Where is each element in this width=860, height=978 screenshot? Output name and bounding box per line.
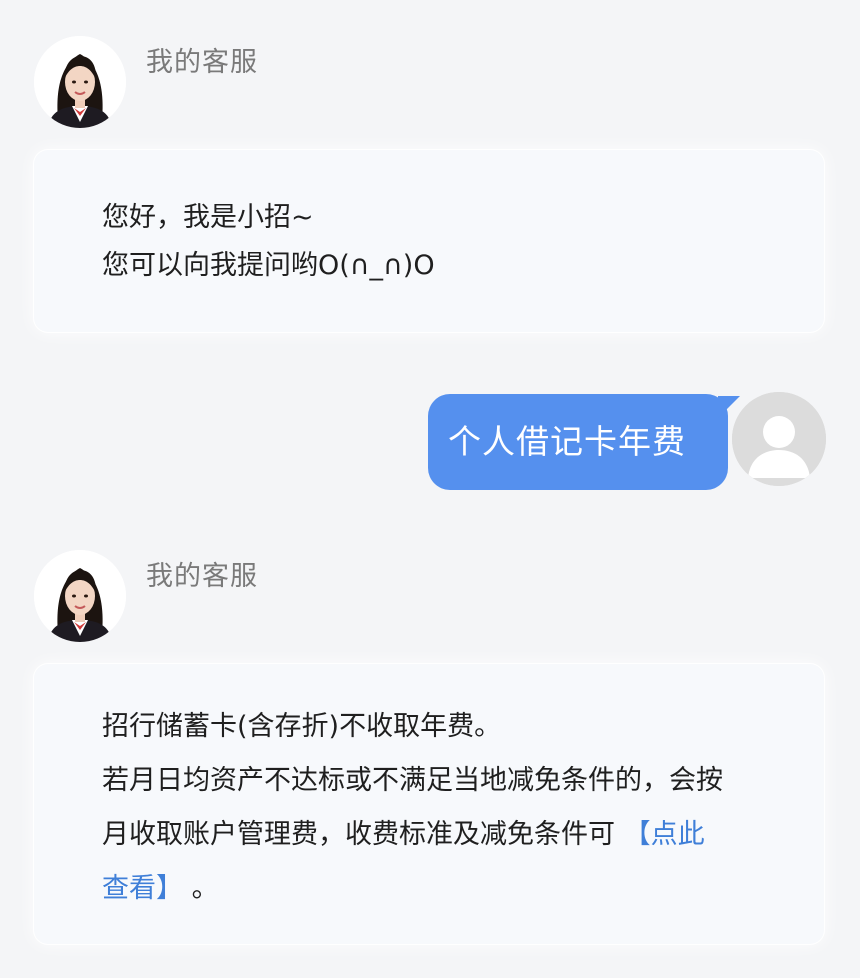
agent-name: 我的客服 xyxy=(146,47,258,78)
message-text-line: 您可以向我提问哟O(∩_∩)O xyxy=(102,250,435,281)
user-avatar[interactable] xyxy=(732,392,826,486)
user-message-bubble: 个人借记卡年费 xyxy=(428,394,740,490)
agent-avatar[interactable] xyxy=(34,550,126,642)
agent-message-bubble: 您好，我是小招~ 您可以向我提问哟O(∩_∩)O xyxy=(34,150,824,332)
message-text-segment: 月收取账户管理费，收费标准及减免条件可 xyxy=(102,819,624,850)
agent-message-bubble: 招行储蓄卡(含存折)不收取年费。 若月日均资产不达标或不满足当地减免条件的，会按… xyxy=(34,664,824,944)
message-text-line: 月收取账户管理费，收费标准及减免条件可 【点此 xyxy=(102,808,824,862)
agent-avatar[interactable] xyxy=(34,36,126,128)
agent-photo-icon xyxy=(34,36,126,128)
default-user-icon xyxy=(732,392,826,486)
bubble-tail xyxy=(718,396,740,418)
user-message-text: 个人借记卡年费 xyxy=(448,422,686,461)
view-details-link-continued[interactable]: 查看】 xyxy=(102,873,183,904)
view-details-link[interactable]: 【点此 xyxy=(624,819,705,850)
message-text-line: 您好，我是小招~ xyxy=(102,202,314,233)
message-text-line: 招行储蓄卡(含存折)不收取年费。 xyxy=(102,711,502,742)
message-text-line: 若月日均资产不达标或不满足当地减免条件的，会按 xyxy=(102,765,723,796)
message-text-line: 查看】 。 xyxy=(102,862,824,916)
message-text-segment: 。 xyxy=(183,873,219,904)
agent-name: 我的客服 xyxy=(146,561,258,592)
agent-photo-icon xyxy=(34,550,126,642)
